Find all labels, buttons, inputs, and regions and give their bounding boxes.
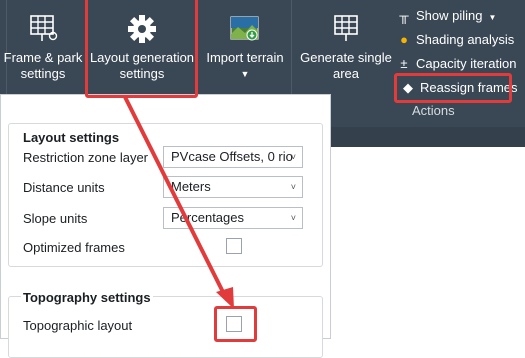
chevron-down-icon: ˅	[290, 182, 296, 192]
optimized-frames-checkbox[interactable]	[226, 238, 242, 254]
layout-settings-group: Layout settings Restriction zone layer P…	[8, 123, 323, 267]
piling-icon: ╥	[399, 8, 409, 23]
distance-units-value: Meters	[171, 179, 211, 194]
restriction-zone-label: Restriction zone layer	[23, 150, 148, 165]
shading-analysis-button[interactable]: ● Shading analysis	[397, 32, 514, 48]
show-piling-label: Show piling	[416, 8, 483, 23]
highlight-topographic-layout	[214, 306, 257, 342]
slope-units-value: Percentages	[171, 210, 244, 225]
terrain-image-icon	[230, 16, 259, 41]
import-terrain-label: Import terrain	[206, 50, 284, 65]
topography-settings-group: Topography settings Topographic layout	[8, 290, 323, 358]
grid-panel-icon	[334, 15, 358, 41]
highlight-layout-generation-settings	[85, 0, 198, 98]
chevron-down-icon: ▼	[488, 13, 497, 22]
chevron-down-icon: ˅	[290, 152, 296, 162]
import-terrain-button[interactable]: Import terrain ▼	[198, 14, 292, 82]
slope-units-select[interactable]: Percentages ˅	[163, 207, 303, 229]
distance-units-select[interactable]: Meters ˅	[163, 176, 303, 198]
slope-units-label: Slope units	[23, 211, 88, 226]
chevron-down-icon: ˅	[290, 213, 296, 223]
show-piling-button[interactable]: ╥ Show piling ▼	[397, 8, 496, 26]
topographic-layout-label: Topographic layout	[23, 318, 133, 333]
capacity-iteration-label: Capacity iteration	[416, 56, 517, 71]
sun-icon: ●	[400, 32, 408, 47]
highlight-reassign-frames	[394, 73, 512, 103]
frame-park-settings-button[interactable]: Frame & park settings	[0, 14, 86, 82]
distance-units-label: Distance units	[23, 180, 105, 195]
generate-single-area-button[interactable]: Generate single area	[296, 14, 396, 82]
shading-analysis-label: Shading analysis	[416, 32, 515, 47]
layout-settings-title: Layout settings	[23, 130, 120, 145]
frame-park-settings-label: Frame & park settings	[3, 50, 83, 81]
optimized-frames-label: Optimized frames	[23, 240, 125, 255]
restriction-zone-select[interactable]: PVcase Offsets, 0 rio ˅	[163, 146, 303, 168]
generate-single-area-label: Generate single area	[300, 50, 392, 81]
restriction-zone-value: PVcase Offsets, 0 rio	[171, 149, 293, 164]
topography-settings-title: Topography settings	[21, 290, 153, 305]
chevron-down-icon: ▼	[240, 69, 250, 79]
grid-panel-icon	[30, 15, 58, 41]
capacity-iteration-button[interactable]: ± Capacity iteration	[397, 56, 516, 72]
actions-group-label: Actions	[412, 103, 455, 118]
plus-minus-icon: ±	[400, 56, 408, 71]
